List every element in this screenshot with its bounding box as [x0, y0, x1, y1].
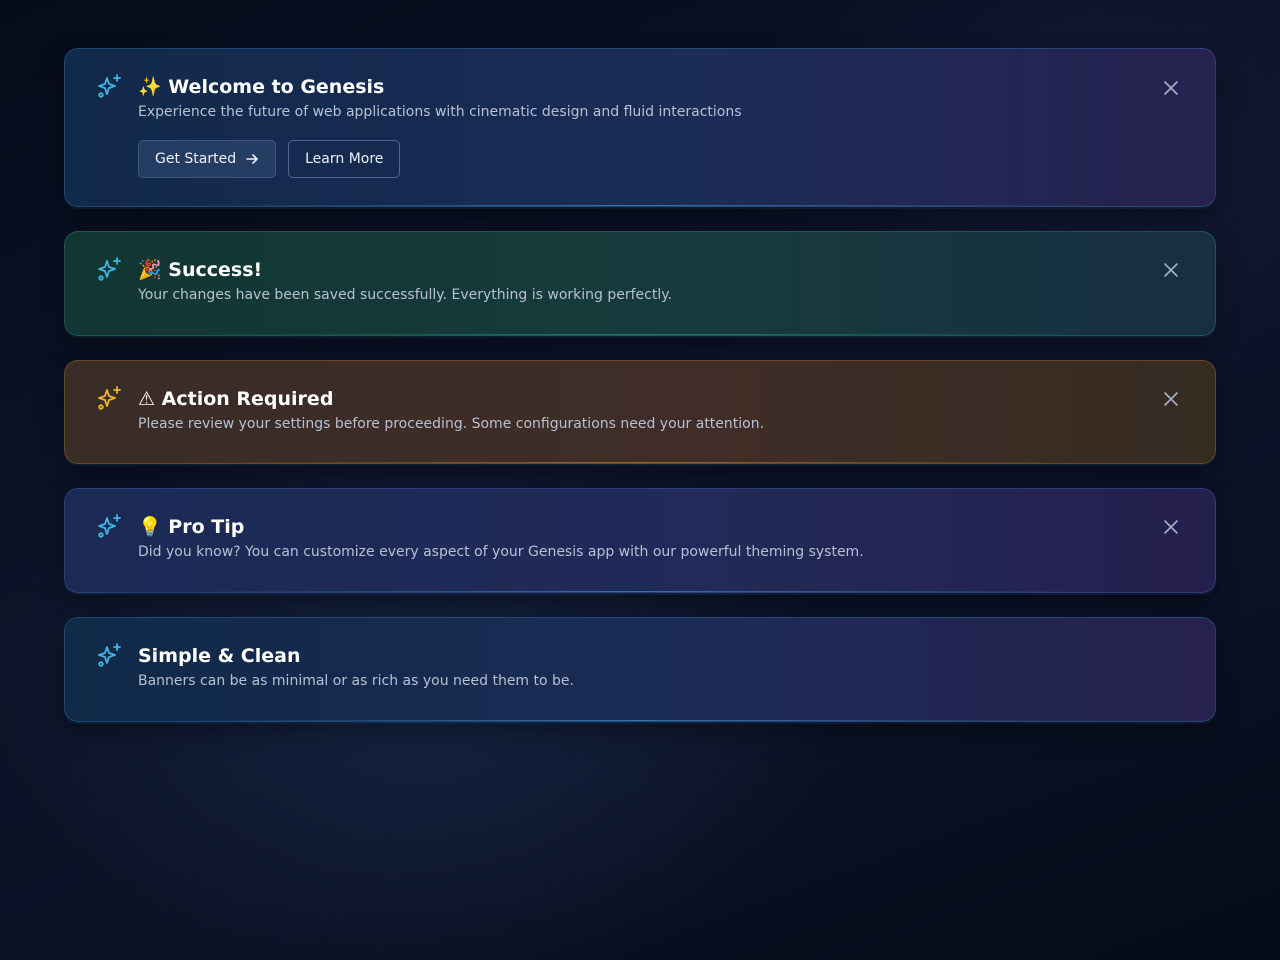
pro-tip-banner: 💡 Pro Tip Did you know? You can customiz…: [64, 488, 1216, 593]
sparkles-icon: [98, 643, 121, 667]
banner-content: 💡 Pro Tip Did you know? You can customiz…: [138, 513, 1183, 562]
banner-content: Simple & Clean Banners can be as minimal…: [138, 642, 1183, 691]
close-icon[interactable]: [1163, 262, 1179, 278]
success-banner: 🎉 Success! Your changes have been saved …: [64, 231, 1216, 336]
warning-banner: ⚠ Action Required Please review your set…: [64, 360, 1216, 464]
learn-more-label: Learn More: [305, 151, 384, 167]
learn-more-button[interactable]: Learn More: [288, 140, 401, 178]
get-started-button[interactable]: Get Started: [138, 140, 277, 178]
close-icon[interactable]: [1163, 519, 1179, 535]
banner-title: 💡 Pro Tip: [138, 516, 245, 538]
banner-actions: Get Started Learn More: [138, 140, 1183, 178]
banner-content: 🎉 Success! Your changes have been saved …: [138, 256, 1183, 305]
simple-banner: Simple & Clean Banners can be as minimal…: [64, 617, 1216, 722]
banner-stack: ✨ Welcome to Genesis Experience the futu…: [64, 48, 1216, 746]
banner-description: Please review your settings before proce…: [138, 416, 765, 432]
sparkles-icon: [98, 514, 121, 538]
sparkles-icon: [98, 74, 121, 98]
close-icon[interactable]: [1163, 391, 1179, 407]
banner-description: Did you know? You can customize every as…: [138, 544, 864, 560]
arrow-right-icon: [246, 154, 258, 164]
banner-title: 🎉 Success!: [138, 259, 263, 281]
sparkles-icon: [98, 257, 121, 281]
banner-title: Simple & Clean: [138, 645, 301, 667]
banner-description: Experience the future of web application…: [138, 104, 742, 120]
banner-description: Banners can be as minimal or as rich as …: [138, 673, 574, 689]
banner-content: ⚠ Action Required Please review your set…: [138, 385, 1183, 434]
welcome-banner: ✨ Welcome to Genesis Experience the futu…: [64, 48, 1216, 207]
banner-content: ✨ Welcome to Genesis Experience the futu…: [138, 73, 1183, 178]
banner-title: ⚠ Action Required: [138, 388, 334, 410]
get-started-label: Get Started: [155, 151, 237, 167]
banner-description: Your changes have been saved successfull…: [138, 287, 672, 303]
banner-title: ✨ Welcome to Genesis: [138, 76, 385, 98]
sparkles-icon: [98, 386, 121, 410]
close-icon[interactable]: [1163, 80, 1179, 96]
